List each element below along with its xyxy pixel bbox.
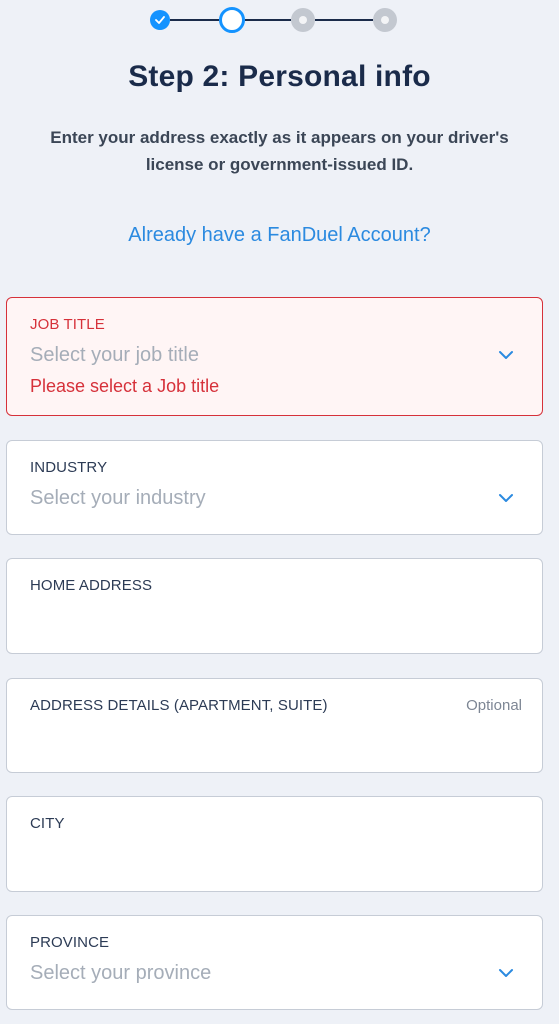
address-details-field[interactable]: ADDRESS DETAILS (APARTMENT, SUITE) Optio… [6, 678, 543, 773]
subtitle-line: license or government-issued ID. [145, 155, 414, 174]
province-select[interactable]: PROVINCE Select your province [6, 915, 543, 1010]
chevron-down-icon[interactable] [498, 493, 514, 503]
page-title: Step 2: Personal info [128, 60, 431, 93]
chevron-down-icon[interactable] [498, 350, 514, 360]
stepper-connector [245, 19, 291, 21]
job-title-placeholder: Select your job title [30, 344, 199, 366]
city-label: CITY [30, 815, 65, 832]
step-3-upcoming [291, 8, 315, 32]
home-address-field[interactable]: HOME ADDRESS [6, 558, 543, 654]
industry-placeholder: Select your industry [30, 487, 206, 509]
home-address-label: HOME ADDRESS [30, 577, 153, 594]
step-1-complete [150, 10, 170, 30]
province-label: PROVINCE [30, 934, 110, 951]
stepper-connector [315, 19, 373, 21]
progress-stepper [148, 6, 400, 34]
check-icon [155, 16, 165, 24]
stepper-connector [170, 19, 219, 21]
existing-account-link[interactable]: Already have a FanDuel Account? [0, 224, 559, 247]
chevron-down-icon[interactable] [498, 968, 514, 978]
dot-icon [299, 16, 307, 24]
page-subtitle: Enter your address exactly as it appears… [20, 124, 539, 178]
address-details-label: ADDRESS DETAILS (APARTMENT, SUITE) [30, 697, 328, 714]
dot-icon [381, 16, 389, 24]
optional-tag: Optional [466, 697, 522, 714]
job-title-label: JOB TITLE [30, 316, 105, 333]
city-field[interactable]: CITY [6, 796, 543, 892]
industry-select[interactable]: INDUSTRY Select your industry [6, 440, 543, 535]
industry-label: INDUSTRY [30, 459, 108, 476]
step-2-current [219, 7, 245, 33]
job-title-error: Please select a Job title [30, 376, 220, 396]
subtitle-line: Enter your address exactly as it appears… [50, 128, 509, 147]
job-title-select[interactable]: JOB TITLE Select your job title Please s… [6, 297, 543, 416]
step-4-upcoming [373, 8, 397, 32]
province-placeholder: Select your province [30, 962, 212, 984]
